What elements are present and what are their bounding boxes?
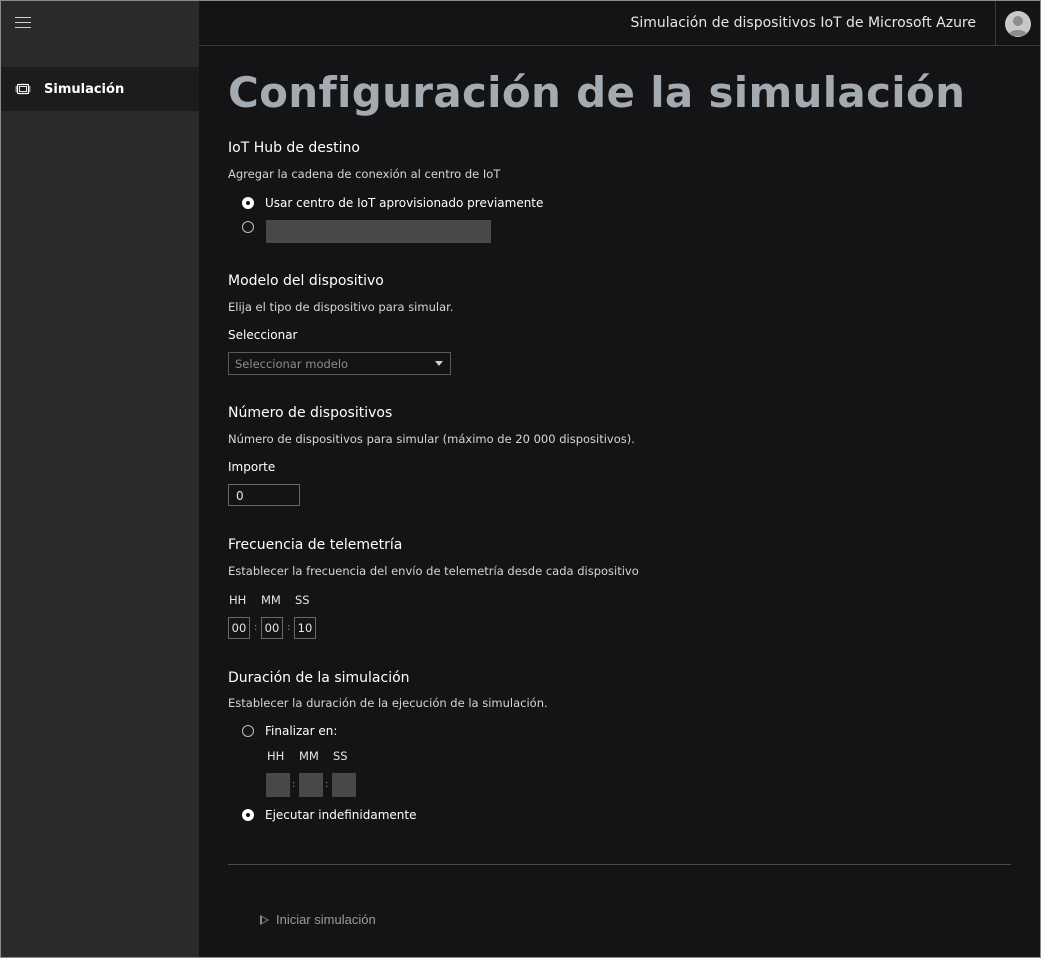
telemetry-hh-label: HH (229, 593, 247, 607)
duration-hh-input[interactable] (266, 773, 290, 797)
time-separator: : (292, 779, 296, 790)
telemetry-description: Establecer la frecuencia del envío de te… (228, 564, 639, 578)
radio-button-checked[interactable] (242, 809, 254, 821)
telemetry-hh-input[interactable]: 00 (228, 617, 250, 639)
header-bar: Simulación de dispositivos IoT de Micros… (199, 1, 1040, 46)
device-model-description: Elija el tipo de dispositivo para simula… (228, 300, 454, 314)
page-title: Configuración de la simulación (228, 68, 966, 117)
device-count-title: Número de dispositivos (228, 405, 393, 421)
duration-description: Establecer la duración de la ejecución d… (228, 696, 548, 710)
sidebar: Simulación (1, 1, 199, 957)
select-label: Seleccionar (228, 328, 298, 342)
radio-end-at[interactable]: Finalizar en: (242, 724, 337, 738)
iot-hub-title: IoT Hub de destino (228, 140, 360, 156)
radio-preprovisioned-hub[interactable]: Usar centro de IoT aprovisionado previam… (242, 196, 543, 210)
device-count-input[interactable]: 0 (228, 484, 300, 506)
telemetry-ss-label: SS (295, 593, 310, 607)
radio-connection-string[interactable] (242, 221, 254, 233)
device-model-select-value: Seleccionar modelo (235, 357, 349, 371)
connection-string-input[interactable] (266, 220, 491, 243)
start-simulation-button[interactable]: Iniciar simulación (260, 912, 376, 927)
radio-button-checked[interactable] (242, 197, 254, 209)
radio-preprovisioned-label: Usar centro de IoT aprovisionado previam… (265, 196, 544, 210)
telemetry-ss-input[interactable]: 10 (294, 617, 316, 639)
radio-run-indefinitely-label: Ejecutar indefinidamente (265, 808, 417, 822)
time-separator: : (254, 622, 258, 633)
chip-icon (15, 83, 31, 95)
chevron-down-icon (435, 361, 443, 366)
duration-ss-label: SS (333, 749, 348, 763)
telemetry-mm-label: MM (261, 593, 281, 607)
section-divider (228, 864, 1011, 865)
time-separator: : (325, 779, 329, 790)
user-avatar-icon[interactable] (1005, 11, 1031, 37)
sidebar-item-simulation[interactable]: Simulación (1, 67, 199, 111)
sidebar-item-label: Simulación (44, 81, 125, 97)
telemetry-mm-input[interactable]: 00 (261, 617, 283, 639)
radio-end-at-label: Finalizar en: (265, 724, 338, 738)
duration-ss-input[interactable] (332, 773, 356, 797)
duration-hh-label: HH (267, 749, 285, 763)
device-model-title: Modelo del dispositivo (228, 273, 384, 289)
amount-label: Importe (228, 460, 276, 474)
duration-title: Duración de la simulación (228, 670, 410, 686)
iot-hub-description: Agregar la cadena de conexión al centro … (228, 167, 501, 181)
start-simulation-label: Iniciar simulación (276, 912, 376, 927)
radio-run-indefinitely[interactable]: Ejecutar indefinidamente (242, 808, 416, 822)
header-divider (995, 1, 996, 45)
device-count-value: 0 (236, 489, 244, 503)
app-title: Simulación de dispositivos IoT de Micros… (630, 15, 976, 31)
radio-button-unchecked[interactable] (242, 725, 254, 737)
duration-mm-label: MM (299, 749, 319, 763)
hamburger-menu-icon[interactable] (15, 17, 31, 31)
radio-button-unchecked[interactable] (242, 221, 254, 233)
play-icon (260, 914, 269, 925)
duration-mm-input[interactable] (299, 773, 323, 797)
time-separator: : (287, 622, 291, 633)
telemetry-title: Frecuencia de telemetría (228, 537, 403, 553)
device-model-select[interactable]: Seleccionar modelo (228, 352, 451, 375)
device-count-description: Número de dispositivos para simular (máx… (228, 432, 635, 446)
